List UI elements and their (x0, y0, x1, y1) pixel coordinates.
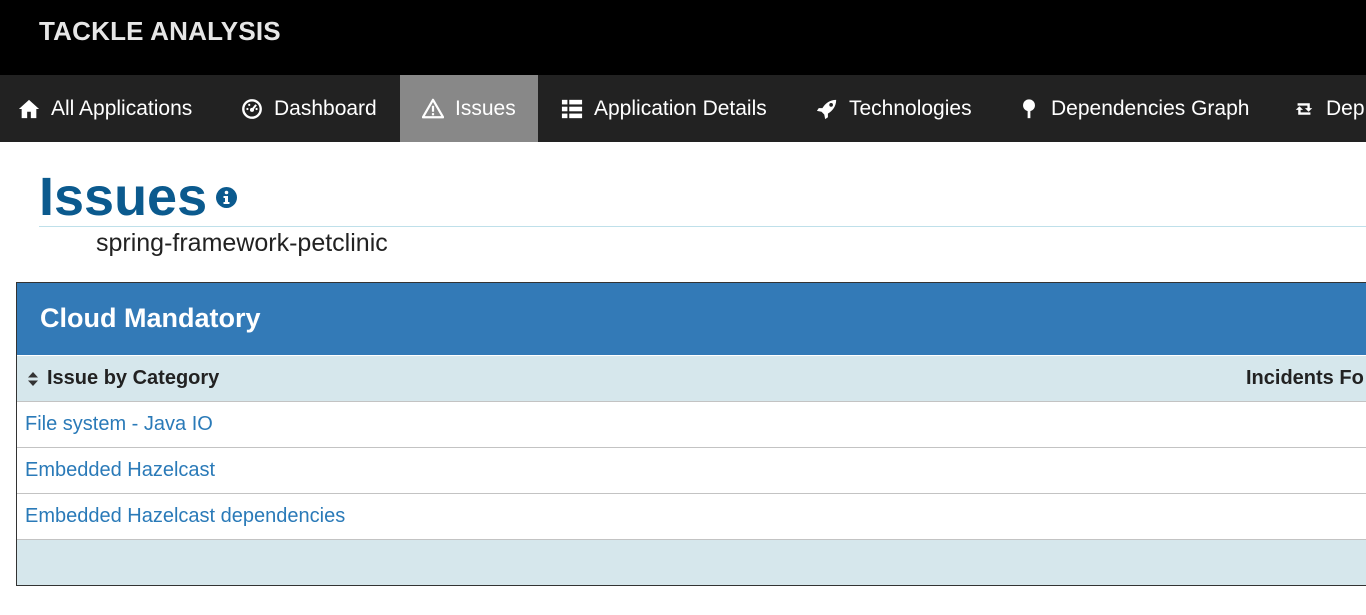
title-divider (39, 226, 1366, 227)
column-header-issue-by-category[interactable]: Issue by Category (47, 367, 219, 390)
nav-item-label: Dashboard (274, 96, 377, 120)
table-row: File system - Java IO (17, 402, 1366, 448)
issue-category-link[interactable]: File system - Java IO (25, 413, 213, 436)
nav-item-label: Dependencies Graph (1051, 96, 1250, 120)
dashboard-icon (240, 97, 264, 121)
nav-item-label: All Applications (51, 96, 193, 120)
nav-item-dashboard[interactable]: Dashboard (218, 75, 400, 142)
issue-category-link[interactable]: Embedded Hazelcast (25, 459, 215, 482)
tree-icon (1017, 97, 1041, 121)
nav-item-label: Issues (455, 96, 516, 120)
nav-item-technologies[interactable]: Technologies (793, 75, 995, 142)
rocket-icon (815, 97, 839, 121)
nav-item-label: Dep (1326, 96, 1365, 120)
nav-item-label: Technologies (849, 96, 972, 120)
nav-item-dep[interactable]: Dep (1270, 75, 1366, 142)
column-header-incidents[interactable]: Incidents Fo (1246, 367, 1364, 390)
main-nav: All Applications Dashboard Issues Applic… (0, 75, 1366, 142)
top-header: TACKLE ANALYSIS (0, 0, 1366, 75)
panel-heading: Cloud Mandatory (17, 283, 1366, 355)
cloud-mandatory-panel: Cloud Mandatory Issue by Category Incide… (16, 282, 1366, 586)
nav-item-dependencies-graph[interactable]: Dependencies Graph (995, 75, 1270, 142)
warning-icon (421, 97, 445, 121)
table-footer (17, 541, 1366, 585)
retweet-icon (1292, 97, 1316, 121)
nav-item-application-details[interactable]: Application Details (538, 75, 793, 142)
brand-title: TACKLE ANALYSIS (39, 16, 281, 46)
info-icon[interactable] (216, 187, 237, 208)
table-row: Embedded Hazelcast dependencies (17, 494, 1366, 540)
list-icon (560, 97, 584, 121)
nav-item-all-applications[interactable]: All Applications (0, 75, 218, 142)
home-icon (17, 97, 41, 121)
panel-title: Cloud Mandatory (40, 303, 261, 333)
issue-category-link[interactable]: Embedded Hazelcast dependencies (25, 505, 345, 528)
table-header: Issue by Category Incidents Fo (17, 355, 1366, 402)
table-row: Embedded Hazelcast (17, 448, 1366, 494)
sort-icon[interactable] (28, 372, 38, 386)
nav-item-label: Application Details (594, 96, 767, 120)
application-name: spring-framework-petclinic (96, 229, 388, 257)
nav-item-issues[interactable]: Issues (400, 75, 538, 142)
page-title: Issues (39, 167, 208, 227)
